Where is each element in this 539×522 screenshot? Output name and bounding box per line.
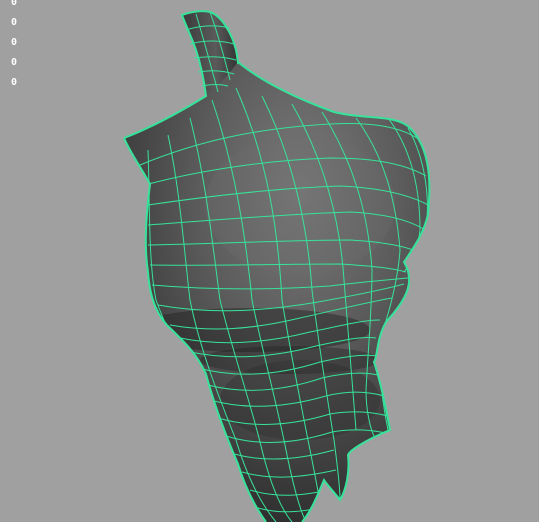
- hud-value: 0: [11, 77, 18, 88]
- 3d-viewport[interactable]: 0 0 0 0 0: [0, 0, 539, 522]
- hud-readout: 0 0 0 0 0: [11, 0, 17, 90]
- hud-value: 0: [11, 17, 18, 28]
- hud-value: 0: [11, 57, 18, 68]
- hud-value: 0: [11, 0, 18, 8]
- viewport-canvas[interactable]: [0, 0, 539, 522]
- torso-mesh[interactable]: [124, 62, 430, 522]
- hud-value: 0: [11, 37, 18, 48]
